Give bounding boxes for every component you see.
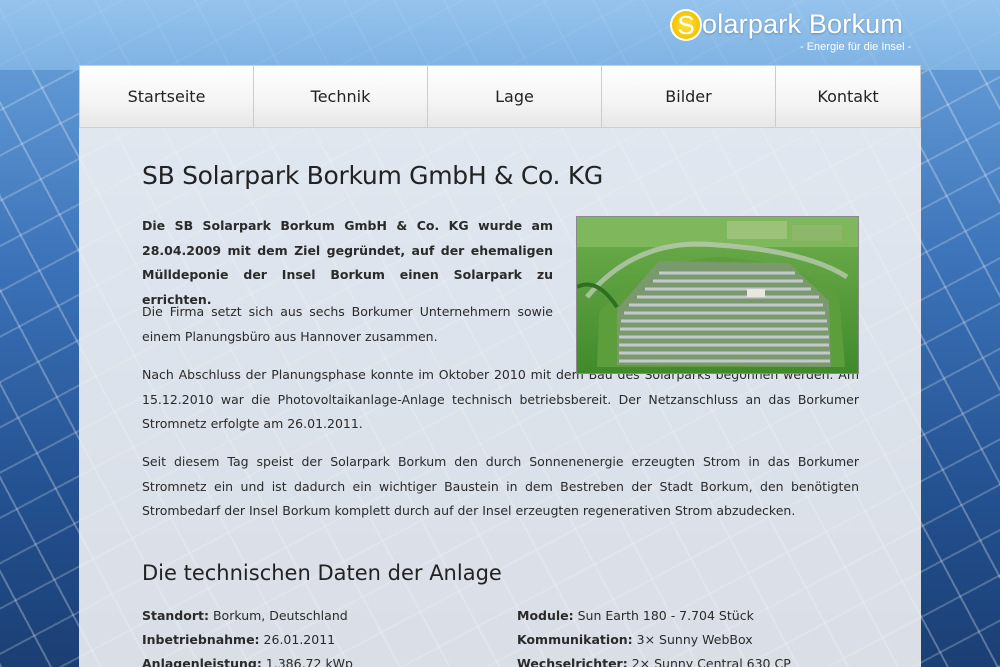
spec-value: 26.01.2011 (259, 632, 336, 647)
content-panel: SB Solarpark Borkum GmbH & Co. KG Die SB… (79, 128, 921, 667)
spec-label: Wechselrichter: (517, 656, 628, 667)
spec-value: 2× Sunny Central 630 CP (627, 656, 791, 667)
nav-item-lage[interactable]: Lage (428, 66, 602, 127)
spec-value: 3× Sunny WebBox (632, 632, 753, 647)
main-nav: Startseite Technik Lage Bilder Kontakt (79, 65, 921, 128)
specs-title: Die technischen Daten der Anlage (142, 561, 502, 585)
nav-item-technik[interactable]: Technik (254, 66, 428, 127)
aerial-photo-graphic (577, 217, 858, 373)
spec-kommunikation: Kommunikation: 3× Sunny WebBox (517, 632, 753, 647)
spec-anlagenleistung: Anlagenleistung: 1.386,72 kWp (142, 656, 353, 667)
spec-label: Kommunikation: (517, 632, 633, 647)
operation-paragraph: Seit diesem Tag speist der Solarpark Bor… (142, 454, 859, 518)
logo-tagline: - Energie für die Insel - (800, 41, 912, 53)
nav-item-bilder[interactable]: Bilder (602, 66, 776, 127)
spec-wechselrichter: Wechselrichter: 2× Sunny Central 630 CP (517, 656, 791, 667)
sun-logo-icon: S (670, 9, 702, 41)
company-paragraph: Die Firma setzt sich aus sechs Borkumer … (142, 304, 553, 344)
nav-item-startseite[interactable]: Startseite (80, 66, 254, 127)
aerial-solar-park-photo[interactable] (576, 216, 859, 374)
site-logo[interactable]: S olarpark Borkum - Energie für die Inse… (668, 8, 918, 56)
spec-label: Anlagenleistung: (142, 656, 262, 667)
spec-value: Borkum, Deutschland (209, 608, 348, 623)
spec-label: Standort: (142, 608, 209, 623)
construction-paragraph: Nach Abschluss der Planungsphase konnte … (142, 367, 859, 431)
spec-value: 1.386,72 kWp (261, 656, 353, 667)
spec-module: Module: Sun Earth 180 - 7.704 Stück (517, 608, 754, 623)
intro-paragraph: Die SB Solarpark Borkum GmbH & Co. KG wu… (142, 218, 553, 307)
page-title: SB Solarpark Borkum GmbH & Co. KG (142, 161, 603, 190)
spec-label: Module: (517, 608, 574, 623)
spec-inbetriebnahme: Inbetriebnahme: 26.01.2011 (142, 632, 335, 647)
spec-value: Sun Earth 180 - 7.704 Stück (573, 608, 754, 623)
spec-standort: Standort: Borkum, Deutschland (142, 608, 348, 623)
logo-initial: S (677, 10, 695, 40)
spec-label: Inbetriebnahme: (142, 632, 260, 647)
logo-name: olarpark Borkum (702, 9, 904, 39)
nav-item-kontakt[interactable]: Kontakt (776, 66, 920, 127)
